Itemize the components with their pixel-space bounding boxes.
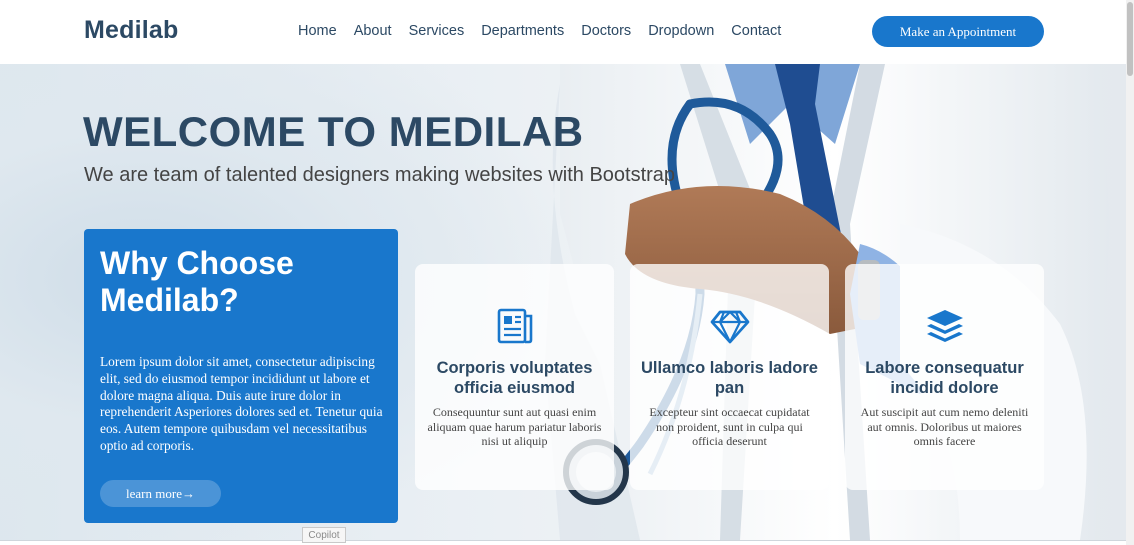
- hero-title: WELCOME TO MEDILAB: [83, 108, 584, 155]
- hero-section: WELCOME TO MEDILAB We are team of talent…: [0, 64, 1126, 540]
- nav-item-services[interactable]: Services: [409, 23, 465, 39]
- learn-more-button[interactable]: learn more→: [100, 480, 221, 507]
- main-nav: Home About Services Departments Doctors …: [298, 23, 781, 39]
- card-title: Labore consequatur incidid dolore: [865, 359, 1024, 397]
- nav-item-contact[interactable]: Contact: [731, 23, 781, 39]
- scrollbar-thumb[interactable]: [1127, 2, 1133, 76]
- card-text: Aut suscipit aut cum nemo deleniti aut o…: [860, 405, 1029, 448]
- make-appointment-button[interactable]: Make an Appointment: [872, 16, 1044, 47]
- page-bottom-edge: [0, 540, 1134, 545]
- card-text: Consequuntur sunt aut quasi enim aliquam…: [427, 405, 602, 448]
- feature-card: Ullamco laboris ladore pan Excepteur sin…: [630, 264, 829, 490]
- nav-item-home[interactable]: Home: [298, 23, 337, 39]
- hero-subtitle: We are team of talented designers making…: [84, 164, 676, 186]
- clipboard-data-icon: [497, 308, 533, 344]
- site-logo[interactable]: Medilab: [84, 16, 178, 45]
- card-text: Excepteur sint occaecat cupidatat non pr…: [649, 405, 810, 448]
- copilot-badge[interactable]: Copilot: [302, 527, 346, 543]
- why-choose-text: Lorem ipsum dolor sit amet, consectetur …: [100, 354, 383, 453]
- layers-icon: [927, 310, 963, 342]
- why-choose-box: Why Choose Medilab? Lorem ipsum dolor si…: [84, 229, 398, 523]
- card-title: Corporis voluptates officia eiusmod: [436, 359, 593, 397]
- card-title: Ullamco laboris ladore pan: [641, 359, 818, 397]
- nav-item-departments[interactable]: Departments: [481, 23, 564, 39]
- nav-item-dropdown[interactable]: Dropdown: [648, 23, 714, 39]
- feature-card: Labore consequatur incidid dolore Aut su…: [845, 264, 1044, 490]
- nav-item-about[interactable]: About: [354, 23, 392, 39]
- feature-card: Corporis voluptates officia eiusmod Cons…: [415, 264, 614, 490]
- nav-item-doctors[interactable]: Doctors: [581, 23, 631, 39]
- vertical-scrollbar[interactable]: [1126, 0, 1134, 545]
- site-header: Medilab Home About Services Departments …: [0, 0, 1134, 64]
- why-choose-title: Why Choose Medilab?: [100, 245, 294, 318]
- gem-icon: [710, 310, 750, 344]
